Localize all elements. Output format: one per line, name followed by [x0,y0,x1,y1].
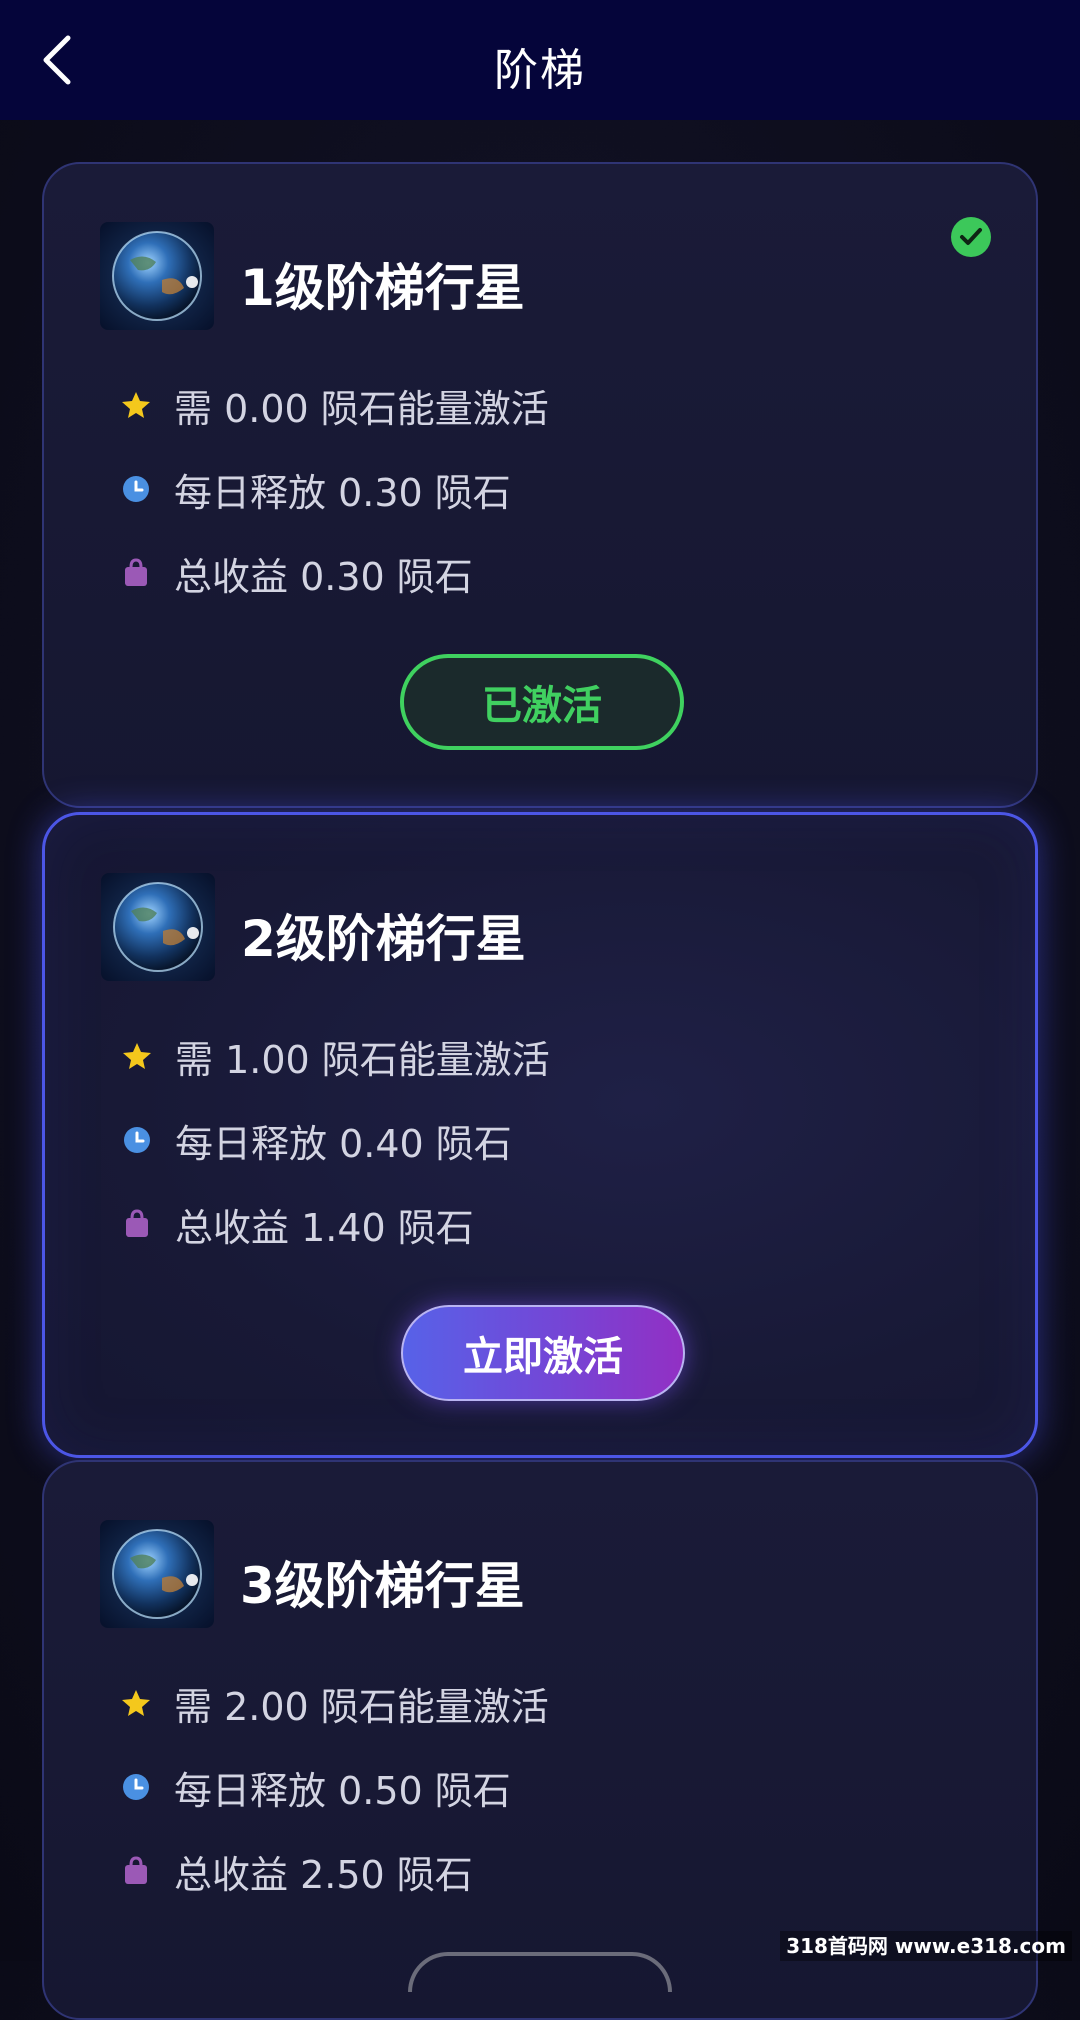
bag-icon [120,557,152,589]
requirement-text: 需 0.00 陨石能量激活 [174,386,549,431]
requirement-row: 需 1.00 陨石能量激活 [121,1031,550,1082]
ladder-card-level-2: 2级阶梯行星 需 1.00 陨石能量激活 每日释放 0.40 陨石 总收益 1.… [42,812,1038,1458]
watermark: 318首码网 www.e318.com [780,1931,1072,1961]
total-income-row: 总收益 0.30 陨石 [120,548,473,599]
requirement-text: 需 2.00 陨石能量激活 [174,1684,549,1729]
total-income-row: 总收益 1.40 陨石 [121,1199,474,1250]
requirement-text: 需 1.00 陨石能量激活 [175,1037,550,1082]
requirement-row: 需 0.00 陨石能量激活 [120,380,549,431]
daily-release-row: 每日释放 0.30 陨石 [120,464,511,515]
locked-activate-button[interactable] [408,1952,672,1992]
header-bar: 阶梯 [0,0,1080,120]
page-title: 阶梯 [494,45,586,96]
card-title: 1级阶梯行星 [240,259,525,317]
total-income-text: 总收益 2.50 陨石 [174,1852,473,1897]
daily-release-text: 每日释放 0.30 陨石 [174,470,511,515]
planet-avatar [101,873,215,981]
check-circle-icon [950,216,992,258]
daily-release-row: 每日释放 0.40 陨石 [121,1115,512,1166]
ladder-card-level-1: 1级阶梯行星 需 0.00 陨石能量激活 每日释放 0.30 陨石 总收益 0.… [42,162,1038,808]
total-income-text: 总收益 1.40 陨石 [175,1205,474,1250]
bag-icon [121,1208,153,1240]
planet-avatar [100,1520,214,1628]
clock-icon [121,1124,153,1156]
daily-release-row: 每日释放 0.50 陨石 [120,1762,511,1813]
activate-now-button[interactable]: 立即激活 [401,1305,685,1401]
total-income-text: 总收益 0.30 陨石 [174,554,473,599]
star-icon [120,389,152,421]
planet-avatar [100,222,214,330]
star-icon [120,1687,152,1719]
bag-icon [120,1855,152,1887]
clock-icon [120,1771,152,1803]
card-title: 3级阶梯行星 [240,1557,525,1615]
activated-button[interactable]: 已激活 [400,654,684,750]
daily-release-text: 每日释放 0.40 陨石 [175,1121,512,1166]
requirement-row: 需 2.00 陨石能量激活 [120,1678,549,1729]
daily-release-text: 每日释放 0.50 陨石 [174,1768,511,1813]
clock-icon [120,473,152,505]
total-income-row: 总收益 2.50 陨石 [120,1846,473,1897]
star-icon [121,1040,153,1072]
card-title: 2级阶梯行星 [241,910,526,968]
